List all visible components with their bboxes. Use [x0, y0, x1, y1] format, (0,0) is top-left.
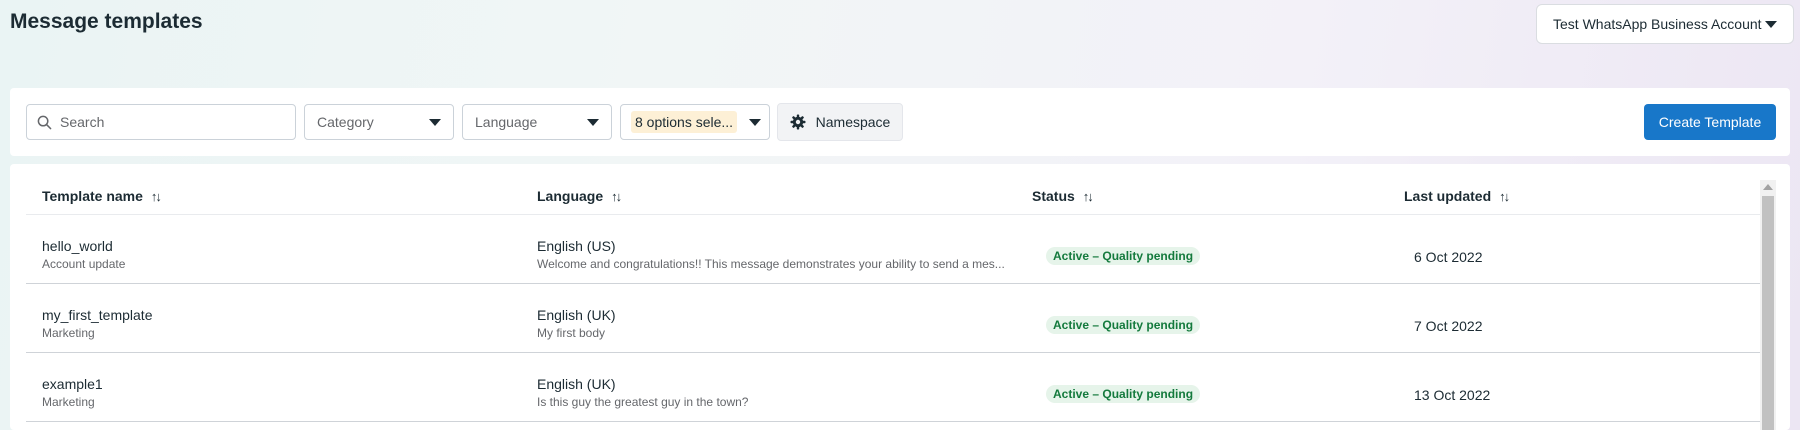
status-dropdown[interactable]: 8 options sele... [620, 104, 770, 140]
caret-down-icon [429, 118, 441, 126]
status-cell: Active – Quality pending [1046, 247, 1201, 265]
template-name[interactable]: example1 [42, 375, 103, 393]
template-name[interactable]: my_first_template [42, 306, 152, 324]
language-dropdown-label: Language [475, 114, 538, 130]
column-header-label: Template name [42, 188, 143, 204]
template-category: Marketing [42, 326, 95, 340]
templates-table: Template name ↑↓ Language ↑↓ Status ↑↓ L… [10, 164, 1790, 430]
caret-down-icon [1765, 20, 1777, 28]
namespace-button[interactable]: Namespace [777, 103, 903, 141]
account-selector-label: Test WhatsApp Business Account [1553, 16, 1762, 32]
column-header-status[interactable]: Status ↑↓ [1032, 188, 1094, 204]
template-name-cell: example1 Marketing [42, 375, 103, 411]
template-body-preview: Welcome and congratulations!! This messa… [537, 257, 1005, 271]
status-badge: Active – Quality pending [1046, 385, 1201, 403]
column-header-last-updated[interactable]: Last updated ↑↓ [1404, 188, 1510, 204]
last-updated-cell: 7 Oct 2022 [1414, 318, 1483, 334]
category-dropdown[interactable]: Category [304, 104, 454, 140]
last-updated-cell: 6 Oct 2022 [1414, 249, 1483, 265]
scrollbar-thumb[interactable] [1762, 196, 1774, 430]
table-row[interactable]: my_first_template Marketing English (UK)… [26, 284, 1766, 353]
template-category: Marketing [42, 395, 95, 409]
status-badge: Active – Quality pending [1046, 247, 1201, 265]
page-title: Message templates [10, 10, 203, 33]
sort-icon[interactable]: ↑↓ [611, 189, 622, 204]
column-header-label: Language [537, 188, 604, 204]
gear-icon [790, 114, 806, 130]
last-updated-cell: 13 Oct 2022 [1414, 387, 1491, 403]
status-cell: Active – Quality pending [1046, 316, 1201, 334]
category-dropdown-label: Category [317, 114, 374, 130]
template-language: English (US) [537, 238, 616, 254]
status-badge: Active – Quality pending [1046, 316, 1201, 334]
column-header-label: Status [1032, 188, 1075, 204]
table-row[interactable]: example1 Marketing English (UK) Is this … [26, 353, 1766, 422]
table-row[interactable]: hello_world Account update English (US) … [26, 215, 1766, 284]
language-cell: English (UK) Is this guy the greatest gu… [537, 375, 1005, 411]
column-header-language[interactable]: Language ↑↓ [537, 188, 622, 204]
template-name-cell: my_first_template Marketing [42, 306, 152, 342]
status-cell: Active – Quality pending [1046, 385, 1201, 403]
template-language: English (UK) [537, 376, 616, 392]
filter-bar: Category Language 8 options sele... Name… [10, 88, 1790, 156]
template-name-cell: hello_world Account update [42, 237, 125, 273]
column-header-template-name[interactable]: Template name ↑↓ [42, 188, 162, 204]
search-icon [37, 115, 52, 129]
column-header-label: Last updated [1404, 188, 1492, 204]
sort-icon[interactable]: ↑↓ [1083, 189, 1094, 204]
scroll-up-arrow-icon[interactable] [1763, 184, 1773, 190]
template-category: Account update [42, 257, 126, 271]
caret-down-icon [587, 118, 599, 126]
search-input[interactable] [60, 114, 280, 130]
search-box[interactable] [26, 104, 296, 140]
template-language: English (UK) [537, 307, 616, 323]
language-cell: English (UK) My first body [537, 306, 1005, 342]
template-name[interactable]: hello_world [42, 237, 125, 255]
template-body-preview: My first body [537, 326, 606, 340]
namespace-button-label: Namespace [815, 114, 891, 130]
template-body-preview: Is this guy the greatest guy in the town… [537, 395, 749, 409]
sort-icon[interactable]: ↑↓ [1499, 189, 1510, 204]
sort-icon[interactable]: ↑↓ [151, 189, 162, 204]
status-selection-chip: 8 options sele... [631, 111, 738, 133]
account-selector[interactable]: Test WhatsApp Business Account [1536, 4, 1794, 44]
language-cell: English (US) Welcome and congratulations… [537, 237, 1005, 273]
table-scrollbar[interactable] [1760, 180, 1776, 430]
create-template-button[interactable]: Create Template [1644, 104, 1776, 140]
caret-down-icon [749, 118, 761, 126]
language-dropdown[interactable]: Language [462, 104, 612, 140]
